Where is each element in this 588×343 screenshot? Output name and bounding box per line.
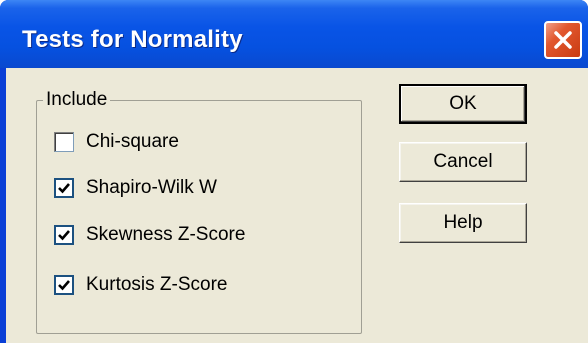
option-skewness[interactable]: Skewness Z-Score	[54, 222, 245, 248]
checkmark-icon	[58, 230, 70, 241]
kurtosis-checkbox[interactable]	[54, 275, 74, 295]
skewness-checkbox[interactable]	[54, 225, 74, 245]
dialog-window: Tests for Normality Include Chi-square S…	[0, 0, 588, 343]
shapiro-wilk-label[interactable]: Shapiro-Wilk W	[86, 177, 217, 199]
cancel-button[interactable]: Cancel	[399, 142, 527, 182]
checkmark-icon	[58, 183, 70, 194]
title-bar[interactable]: Tests for Normality	[0, 0, 588, 68]
checkmark-icon	[58, 280, 70, 291]
dialog-title: Tests for Normality	[22, 26, 243, 53]
option-chi-square[interactable]: Chi-square	[54, 129, 179, 155]
dialog-body: Include Chi-square Shapiro-Wilk W Skewne…	[6, 68, 588, 343]
skewness-label[interactable]: Skewness Z-Score	[86, 224, 245, 246]
close-icon	[554, 31, 572, 49]
chi-square-checkbox[interactable]	[54, 132, 74, 152]
kurtosis-label[interactable]: Kurtosis Z-Score	[86, 274, 227, 296]
ok-button[interactable]: OK	[399, 84, 527, 124]
chi-square-label[interactable]: Chi-square	[86, 131, 179, 153]
option-kurtosis[interactable]: Kurtosis Z-Score	[54, 272, 227, 298]
option-shapiro-wilk[interactable]: Shapiro-Wilk W	[54, 175, 217, 201]
close-button[interactable]	[544, 21, 582, 59]
shapiro-wilk-checkbox[interactable]	[54, 178, 74, 198]
help-button[interactable]: Help	[399, 203, 527, 243]
include-group-legend: Include	[43, 88, 111, 112]
